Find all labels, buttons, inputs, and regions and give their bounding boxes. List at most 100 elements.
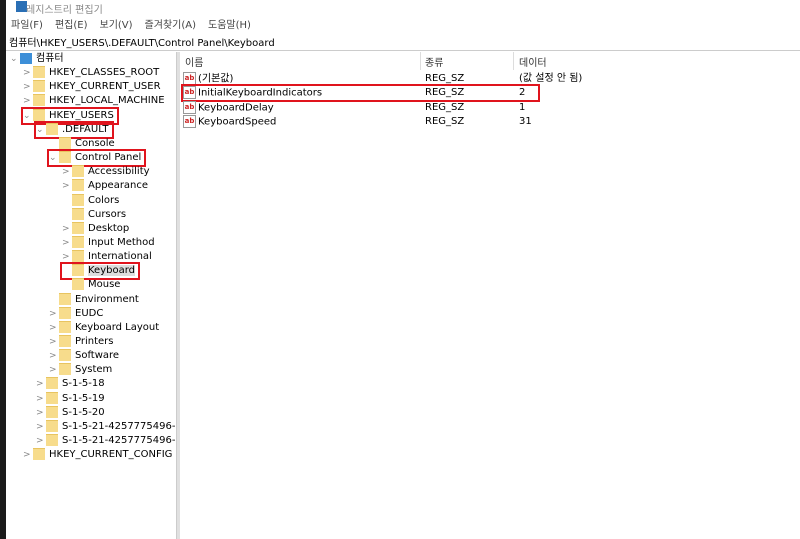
column-header-name[interactable]: 이름	[185, 54, 203, 69]
values-list[interactable]: 이름 종류 데이터 ab (기본값) REG_SZ (값 설정 안 됨) ab Initi…	[180, 52, 800, 539]
chevron-right-icon[interactable]: >	[23, 94, 33, 108]
chevron-right-icon[interactable]: >	[49, 363, 59, 377]
tree-item[interactable]: > International	[62, 250, 152, 264]
value-data: 1	[519, 101, 526, 113]
chevron-down-icon[interactable]: ⌄	[23, 109, 33, 123]
chevron-right-icon[interactable]: >	[23, 448, 33, 462]
tree-item[interactable]: Keyboard	[59, 262, 141, 281]
chevron-right-icon[interactable]: >	[36, 392, 46, 406]
menu-edit[interactable]: 편집(E)	[55, 16, 88, 34]
address-bar[interactable]: 컴퓨터\HKEY_USERS\.DEFAULT\Control Panel\Ke…	[6, 36, 800, 51]
chevron-down-icon[interactable]: ⌄	[10, 52, 20, 66]
tree-item[interactable]: Colors	[62, 193, 120, 208]
window-title: 레지스트리 편집기	[26, 5, 103, 16]
folder-icon	[59, 335, 71, 347]
value-data: (값 설정 안 됨)	[519, 73, 583, 84]
value-type: REG_SZ	[425, 115, 465, 127]
tree-item[interactable]: ⌄ .DEFAULT	[34, 120, 114, 139]
tree-item-label: Cursors	[88, 208, 127, 220]
column-divider[interactable]	[420, 52, 421, 70]
column-header-type[interactable]: 종류	[425, 54, 443, 69]
chevron-right-icon[interactable]: >	[23, 66, 33, 80]
tree-item[interactable]: > S-1-5-19	[36, 391, 105, 406]
folder-icon	[33, 448, 45, 461]
tree-item[interactable]: > HKEY_CLASSES_ROOT	[23, 66, 159, 80]
tree-item-label: S-1-5-18	[62, 378, 105, 390]
tree-item[interactable]: > Printers	[49, 335, 113, 349]
chevron-right-icon[interactable]: >	[49, 321, 59, 335]
tree-item-label: Software	[75, 350, 120, 362]
chevron-right-icon[interactable]: >	[49, 349, 59, 363]
chevron-right-icon[interactable]: >	[49, 335, 59, 349]
chevron-right-icon[interactable]: >	[36, 377, 46, 391]
menu-file[interactable]: 파일(F)	[11, 16, 43, 34]
tree-item[interactable]: ⌄ HKEY_USERS	[21, 106, 119, 125]
tree-item[interactable]: > System	[49, 363, 112, 377]
tree-item[interactable]: > HKEY_LOCAL_MACHINE	[23, 94, 165, 108]
folder-icon	[59, 320, 71, 333]
tree-item-label: Accessibility	[88, 166, 150, 178]
chevron-right-icon[interactable]: >	[62, 179, 72, 193]
tree-item-label: S-1-5-21-4257775496-42	[62, 420, 176, 432]
folder-icon	[59, 363, 71, 376]
tree-item-label: Appearance	[88, 180, 149, 192]
folder-icon	[72, 221, 84, 234]
tree-item-label: Colors	[88, 194, 120, 206]
value-type: REG_SZ	[425, 73, 465, 84]
menu-view[interactable]: 보기(V)	[100, 16, 133, 34]
string-value-icon: ab	[183, 86, 196, 100]
folder-icon	[59, 151, 71, 164]
chevron-right-icon[interactable]: >	[36, 406, 46, 420]
menu-favorites[interactable]: 즐겨찾기(A)	[145, 16, 196, 34]
tree-item[interactable]: > HKEY_CURRENT_USER	[23, 80, 161, 94]
chevron-right-icon[interactable]: >	[62, 250, 72, 264]
tree-item-label: Desktop	[88, 222, 130, 234]
tree-item[interactable]: > HKEY_CURRENT_CONFIG	[23, 448, 172, 462]
value-data: 2	[519, 87, 526, 99]
tree-item[interactable]: > Appearance	[62, 179, 148, 193]
value-name: InitialKeyboardIndicators	[198, 87, 323, 99]
registry-tree[interactable]: ⌄ 컴퓨터 > HKEY_CLASSES_ROOT > HKEY_CURRENT_USER…	[6, 52, 176, 539]
chevron-down-icon[interactable]: ⌄	[49, 151, 59, 165]
tree-item[interactable]: Cursors	[62, 207, 127, 222]
value-row[interactable]: ab (기본값) REG_SZ (값 설정 안 됨)	[183, 72, 783, 86]
chevron-right-icon[interactable]: >	[62, 236, 72, 250]
chevron-right-icon[interactable]: >	[49, 307, 59, 321]
tree-item[interactable]: > Keyboard Layout	[49, 320, 159, 335]
tree-item-label: S-1-5-21-4257775496-42	[62, 435, 176, 447]
tree-item[interactable]: > S-1-5-21-4257775496-42	[36, 419, 176, 434]
chevron-right-icon[interactable]: >	[23, 80, 33, 94]
chevron-right-icon[interactable]: >	[62, 222, 72, 236]
tree-item[interactable]: > Accessibility	[62, 165, 150, 179]
tree-item[interactable]: > S-1-5-21-4257775496-42	[36, 434, 176, 448]
tree-item-label: HKEY_CURRENT_USER	[49, 81, 161, 93]
tree-item-label: HKEY_LOCAL_MACHINE	[49, 95, 165, 107]
value-row[interactable]: ab KeyboardSpeed REG_SZ 31	[183, 114, 783, 129]
chevron-right-icon[interactable]: >	[36, 420, 46, 434]
chevron-down-icon[interactable]: ⌄	[36, 123, 46, 137]
tree-item[interactable]: Mouse	[62, 278, 120, 292]
tree-item[interactable]: > Software	[49, 349, 119, 363]
value-row[interactable]: ab KeyboardDelay REG_SZ 1	[183, 100, 783, 115]
tree-item[interactable]: > EUDC	[49, 306, 103, 321]
tree-item[interactable]: ⌄ Control Panel	[46, 149, 147, 168]
tree-item[interactable]: Console	[49, 136, 115, 151]
folder-icon	[46, 419, 58, 432]
folder-icon	[72, 193, 84, 206]
string-value-icon: ab	[183, 100, 196, 114]
tree-item[interactable]: > S-1-5-18	[36, 377, 105, 391]
value-type: REG_SZ	[425, 87, 465, 99]
tree-item[interactable]: Environment	[49, 292, 139, 307]
column-header-data[interactable]: 데이터	[519, 54, 547, 69]
value-row[interactable]: ab InitialKeyboardIndicators REG_SZ 2	[181, 84, 540, 103]
tree-item[interactable]: > Input Method	[62, 235, 155, 250]
menu-help[interactable]: 도움말(H)	[208, 16, 251, 34]
column-divider[interactable]	[513, 52, 514, 70]
chevron-right-icon[interactable]: >	[62, 165, 72, 179]
tree-item-label: 컴퓨터	[36, 53, 64, 64]
tree-item[interactable]: ⌄ 컴퓨터	[10, 52, 64, 66]
chevron-right-icon[interactable]: >	[36, 434, 46, 448]
tree-item[interactable]: > Desktop	[62, 221, 130, 236]
folder-icon	[72, 207, 84, 220]
tree-item[interactable]: > S-1-5-20	[36, 405, 105, 420]
